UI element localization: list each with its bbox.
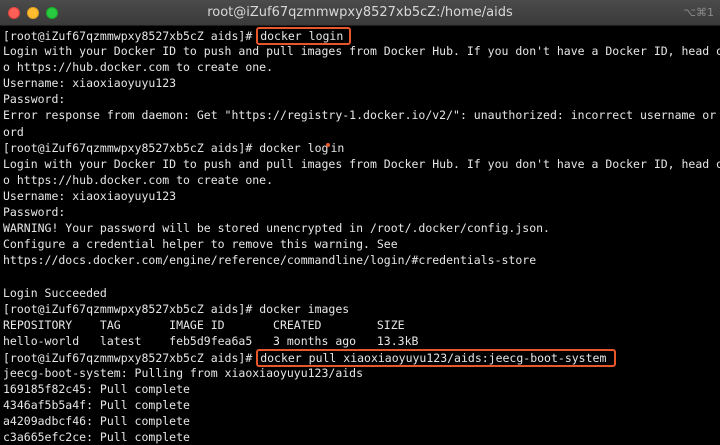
title-bar[interactable]: root@iZuf67qzmmwpxy8527xb5cZ:/home/aids …: [0, 0, 720, 26]
output-line: 4346af5b5a4f: Pull complete: [3, 398, 190, 413]
shell-prompt: [root@iZuf67qzmmwpxy8527xb5cZ aids]#: [3, 140, 260, 155]
output-line: jeecg-boot-system: Pulling from xiaoxiao…: [3, 365, 364, 380]
shell-prompt: [root@iZuf67qzmmwpxy8527xb5cZ aids]#: [3, 29, 260, 43]
output-line: Configure a credential helper to remove …: [3, 237, 398, 252]
output-line: Login with your Docker ID to push and pu…: [3, 44, 720, 59]
output-line: Password:: [3, 92, 66, 107]
highlighted-command: docker pull xiaoxiaoyuyu123/aids:jeecg-b…: [256, 348, 617, 367]
terminal-output[interactable]: [root@iZuf67qzmmwpxy8527xb5cZ aids]# doc…: [3, 27, 720, 445]
prompt-line: [root@iZuf67qzmmwpxy8527xb5cZ aids]# doc…: [3, 140, 720, 156]
window-shortcut: ⌥⌘1: [683, 6, 714, 19]
output-line: 169185f82c45: Pull complete: [3, 382, 190, 397]
output-line: Login with your Docker ID to push and pu…: [3, 156, 720, 171]
output-line: ord: [3, 124, 24, 139]
shell-prompt: [root@iZuf67qzmmwpxy8527xb5cZ aids]#: [3, 350, 260, 365]
prompt-line: [root@iZuf67qzmmwpxy8527xb5cZ aids]# doc…: [3, 348, 720, 367]
output-line: Login Succeeded: [3, 285, 107, 300]
output-line: Username: xiaoxiaoyuyu123: [3, 76, 177, 91]
output-line: c3a665efc2ce: Pull complete: [3, 430, 190, 445]
output-line: Username: xiaoxiaoyuyu123: [3, 188, 177, 203]
output-line: https://docs.docker.com/engine/reference…: [3, 253, 537, 268]
command-text: docker log in: [259, 140, 345, 155]
output-line: hello-world latest feb5d9fea6a5 3 months…: [3, 333, 419, 348]
output-line: a4209adbcf46: Pull complete: [3, 414, 190, 429]
command-text: docker images: [259, 301, 350, 316]
output-line: o https://hub.docker.com to create one.: [3, 60, 274, 75]
output-line: WARNING! Your password will be stored un…: [3, 221, 550, 236]
output-line: Password:: [3, 205, 66, 220]
output-line: REPOSITORY TAG IMAGE ID CREATED SIZE: [3, 317, 405, 332]
output-line: o https://hub.docker.com to create one.: [3, 172, 274, 187]
highlighted-command: docker login: [256, 27, 352, 45]
window-title: root@iZuf67qzmmwpxy8527xb5cZ:/home/aids: [207, 5, 513, 20]
terminal-window: root@iZuf67qzmmwpxy8527xb5cZ:/home/aids …: [0, 0, 720, 445]
prompt-line: [root@iZuf67qzmmwpxy8527xb5cZ aids]# doc…: [3, 301, 720, 317]
output-line: Error response from daemon: Get "https:/…: [3, 108, 720, 123]
prompt-line: [root@iZuf67qzmmwpxy8527xb5cZ aids]# doc…: [3, 27, 720, 45]
shell-prompt: [root@iZuf67qzmmwpxy8527xb5cZ aids]#: [3, 301, 260, 316]
